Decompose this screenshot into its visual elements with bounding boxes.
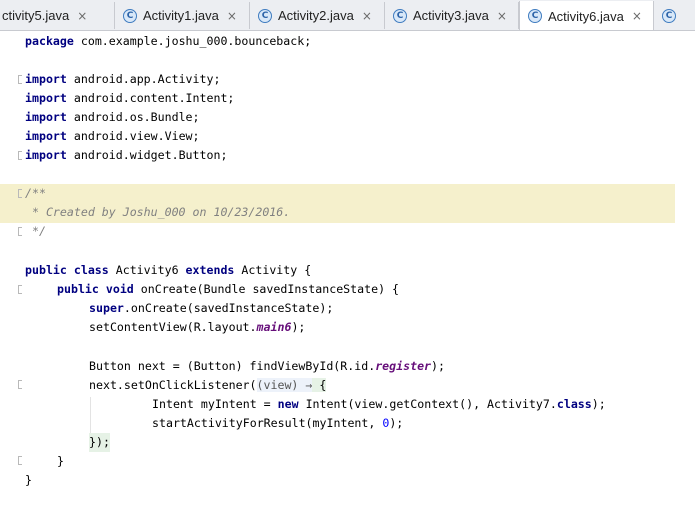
- keyword: class: [556, 397, 592, 411]
- code-text: next.setOnClickListener(: [89, 378, 257, 392]
- code-text: onCreate(Bundle savedInstanceState) {: [133, 282, 400, 296]
- tab-activity2[interactable]: C Activity2.java ×: [250, 2, 385, 29]
- class-icon: C: [528, 9, 542, 23]
- code-text: startActivityForResult(myIntent,: [152, 416, 383, 430]
- tab-label: Activity1.java: [143, 8, 219, 23]
- code-line: public class Activity6 extends Activity …: [0, 261, 695, 280]
- close-icon[interactable]: ×: [362, 9, 372, 23]
- tab-activity5[interactable]: ctivity5.java ×: [0, 2, 115, 29]
- close-icon[interactable]: ×: [77, 9, 87, 23]
- code-editor[interactable]: package com.example.joshu_000.bounceback…: [0, 31, 695, 494]
- code-text: );: [291, 320, 306, 334]
- code-line: Button next = (Button) findViewById(R.id…: [0, 357, 695, 376]
- code-text: setContentView(R.layout.: [89, 320, 257, 334]
- code-text: }: [57, 454, 64, 468]
- code-line: import android.app.Activity;: [0, 70, 695, 89]
- keyword: super: [89, 301, 124, 315]
- close-icon[interactable]: ×: [227, 9, 237, 23]
- code-text: com.example.joshu_000.bounceback;: [73, 34, 312, 48]
- doc-comment: * Created by Joshu_000 on 10/23/2016.: [25, 205, 291, 219]
- code-line: next.setOnClickListener((view) → {: [0, 376, 695, 395]
- code-text: android.os.Bundle;: [66, 110, 200, 124]
- code-text: Intent myIntent =: [152, 397, 278, 411]
- keyword: new: [277, 397, 299, 411]
- lambda-fold[interactable]: (view) →: [256, 378, 313, 392]
- code-text: });: [89, 433, 110, 452]
- code-text: );: [591, 397, 606, 411]
- code-text: Intent(view.getContext(), Activity7.: [298, 397, 557, 411]
- close-icon[interactable]: ×: [632, 9, 642, 23]
- code-text: android.app.Activity;: [66, 72, 221, 86]
- code-text: );: [431, 359, 445, 373]
- code-line: package com.example.joshu_000.bounceback…: [0, 32, 695, 51]
- class-icon: C: [393, 8, 407, 23]
- code-line: */: [0, 222, 695, 241]
- code-line: Intent myIntent = new Intent(view.getCon…: [0, 395, 695, 414]
- editor-tab-bar: ctivity5.java × C Activity1.java × C Act…: [0, 0, 695, 31]
- keyword: package: [25, 34, 74, 48]
- code-line: });: [0, 433, 695, 452]
- tab-overflow[interactable]: C: [654, 2, 695, 29]
- code-text: android.view.View;: [66, 129, 200, 143]
- keyword: extends: [185, 263, 235, 277]
- code-text: .onCreate(savedInstanceState);: [123, 301, 334, 315]
- tab-activity3[interactable]: C Activity3.java ×: [385, 2, 519, 29]
- code-line: }: [0, 452, 695, 471]
- class-icon: C: [258, 8, 272, 23]
- tab-label: Activity6.java: [548, 8, 624, 24]
- code-text: );: [389, 416, 404, 430]
- keyword: import: [25, 72, 67, 86]
- code-line: public void onCreate(Bundle savedInstanc…: [0, 280, 695, 299]
- code-line: startActivityForResult(myIntent, 0);: [0, 414, 695, 433]
- close-icon[interactable]: ×: [497, 9, 507, 23]
- code-line: }: [0, 471, 695, 490]
- class-icon: C: [662, 8, 676, 23]
- code-line: setContentView(R.layout.main6);: [0, 318, 695, 337]
- code-text: Activity {: [234, 263, 312, 277]
- keyword: import: [25, 129, 67, 143]
- code-text: Activity6: [108, 263, 186, 277]
- code-text: Button next = (Button) findViewById(R.id…: [89, 359, 376, 373]
- code-line: * Created by Joshu_000 on 10/23/2016.: [0, 203, 695, 222]
- code-line: import android.widget.Button;: [0, 146, 695, 165]
- keyword: import: [25, 148, 67, 162]
- tab-activity1[interactable]: C Activity1.java ×: [115, 2, 250, 29]
- code-line: /**: [0, 184, 695, 203]
- code-text: android.widget.Button;: [66, 148, 228, 162]
- tab-label: ctivity5.java: [2, 8, 70, 23]
- doc-comment: /**: [25, 186, 46, 200]
- code-line: import android.view.View;: [0, 127, 695, 146]
- code-text: {: [312, 378, 327, 392]
- tab-activity6[interactable]: C Activity6.java ×: [519, 1, 654, 30]
- code-text: }: [25, 473, 32, 487]
- code-line: import android.os.Bundle;: [0, 108, 695, 127]
- doc-comment: */: [25, 224, 46, 238]
- keyword: import: [25, 91, 67, 105]
- tab-label: Activity2.java: [278, 8, 354, 23]
- code-line: import android.content.Intent;: [0, 89, 695, 108]
- keyword: public class: [25, 263, 109, 277]
- keyword: import: [25, 110, 67, 124]
- field-reference: main6: [256, 320, 292, 334]
- keyword: public void: [57, 282, 134, 296]
- class-icon: C: [123, 8, 137, 23]
- code-text: android.content.Intent;: [66, 91, 235, 105]
- tab-label: Activity3.java: [413, 8, 489, 23]
- field-reference: register: [375, 359, 432, 373]
- code-line: super.onCreate(savedInstanceState);: [0, 299, 695, 318]
